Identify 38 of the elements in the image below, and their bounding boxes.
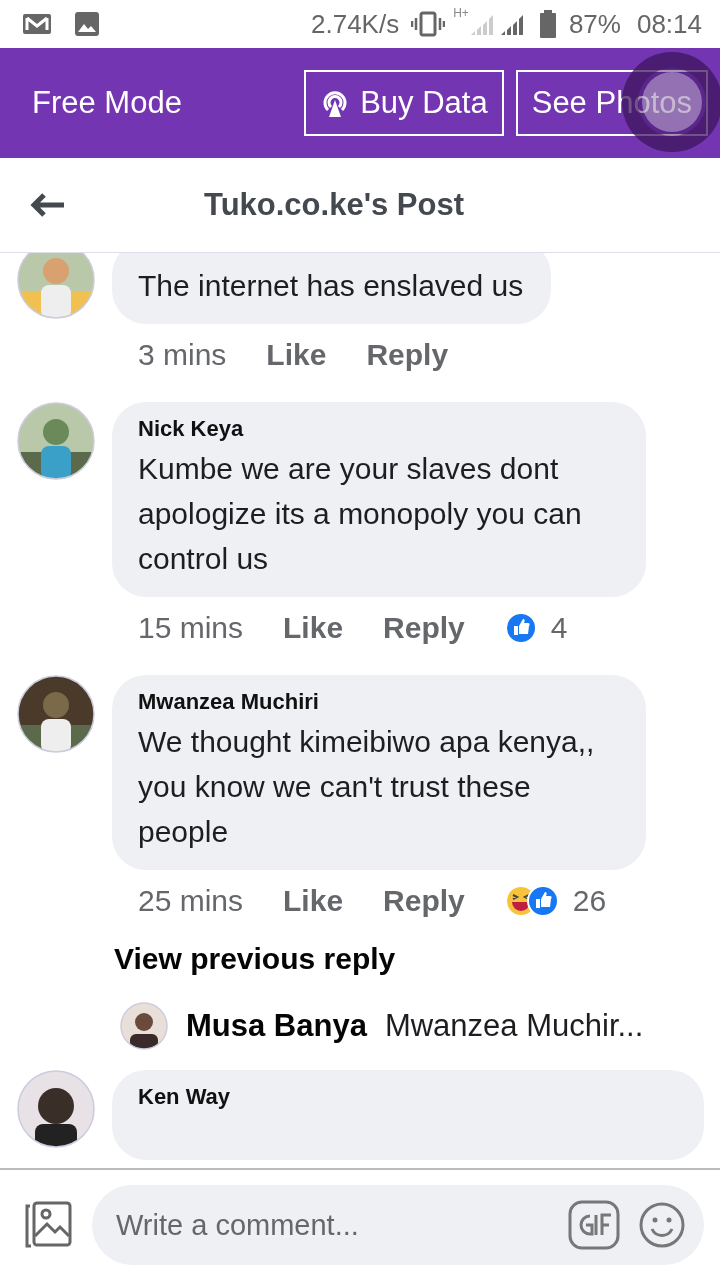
like-link[interactable]: Like	[283, 611, 344, 645]
gif-icon[interactable]	[568, 1200, 620, 1250]
like-link[interactable]: Like	[266, 338, 327, 372]
comment-author: Mwanzea Muchiri	[138, 689, 320, 715]
comment-field[interactable]: Write a comment...	[92, 1185, 704, 1265]
comment-time: 25 mins	[138, 884, 244, 918]
back-arrow-icon[interactable]	[30, 192, 66, 218]
reply-author: Musa Banya	[186, 1008, 367, 1044]
buy-data-button[interactable]: Buy Data	[304, 70, 504, 136]
comment-text: We thought kimeibiwo apa kenya,, you know we can't trust these people	[138, 724, 596, 850]
battery-level: 87%	[568, 8, 621, 40]
reaction-count: 26	[572, 884, 607, 918]
emoji-icon[interactable]	[638, 1201, 686, 1249]
comment-text: Kumbe we are your slaves dont apologize its a monopoly you can control us	[138, 451, 583, 577]
comment-author: Nick Keya	[138, 416, 245, 442]
battery-icon	[538, 10, 557, 38]
mail-icon	[22, 12, 52, 36]
reply-link[interactable]: Reply	[383, 611, 465, 645]
like-link[interactable]: Like	[283, 884, 344, 918]
reaction-icon	[504, 884, 559, 918]
reaction-count: 4	[550, 611, 568, 645]
mode-title: Free Mode	[32, 85, 182, 121]
view-previous-reply-link[interactable]: View previous reply	[114, 942, 720, 976]
comment-time: 15 mins	[138, 611, 244, 645]
reply-link[interactable]: Reply	[366, 338, 449, 372]
network-type: H+	[453, 6, 469, 20]
clock: 08:14	[636, 8, 702, 40]
reply-preview: Mwanzea Muchir...	[384, 1008, 644, 1044]
post-title: Tuko.co.ke's Post	[204, 187, 465, 223]
network-speed: 2.74K/s	[311, 8, 400, 40]
reaction-icon	[504, 611, 537, 645]
comment-text: The internet has enslaved us	[138, 268, 524, 304]
comment-author: Ken Way	[138, 1084, 232, 1110]
comment-input-field[interactable]: Write a comment...	[114, 1207, 550, 1243]
reply-link[interactable]: Reply	[383, 884, 465, 918]
comment-time: 3 mins	[138, 338, 227, 372]
vibrate-icon	[411, 11, 446, 37]
image-icon	[74, 11, 100, 37]
